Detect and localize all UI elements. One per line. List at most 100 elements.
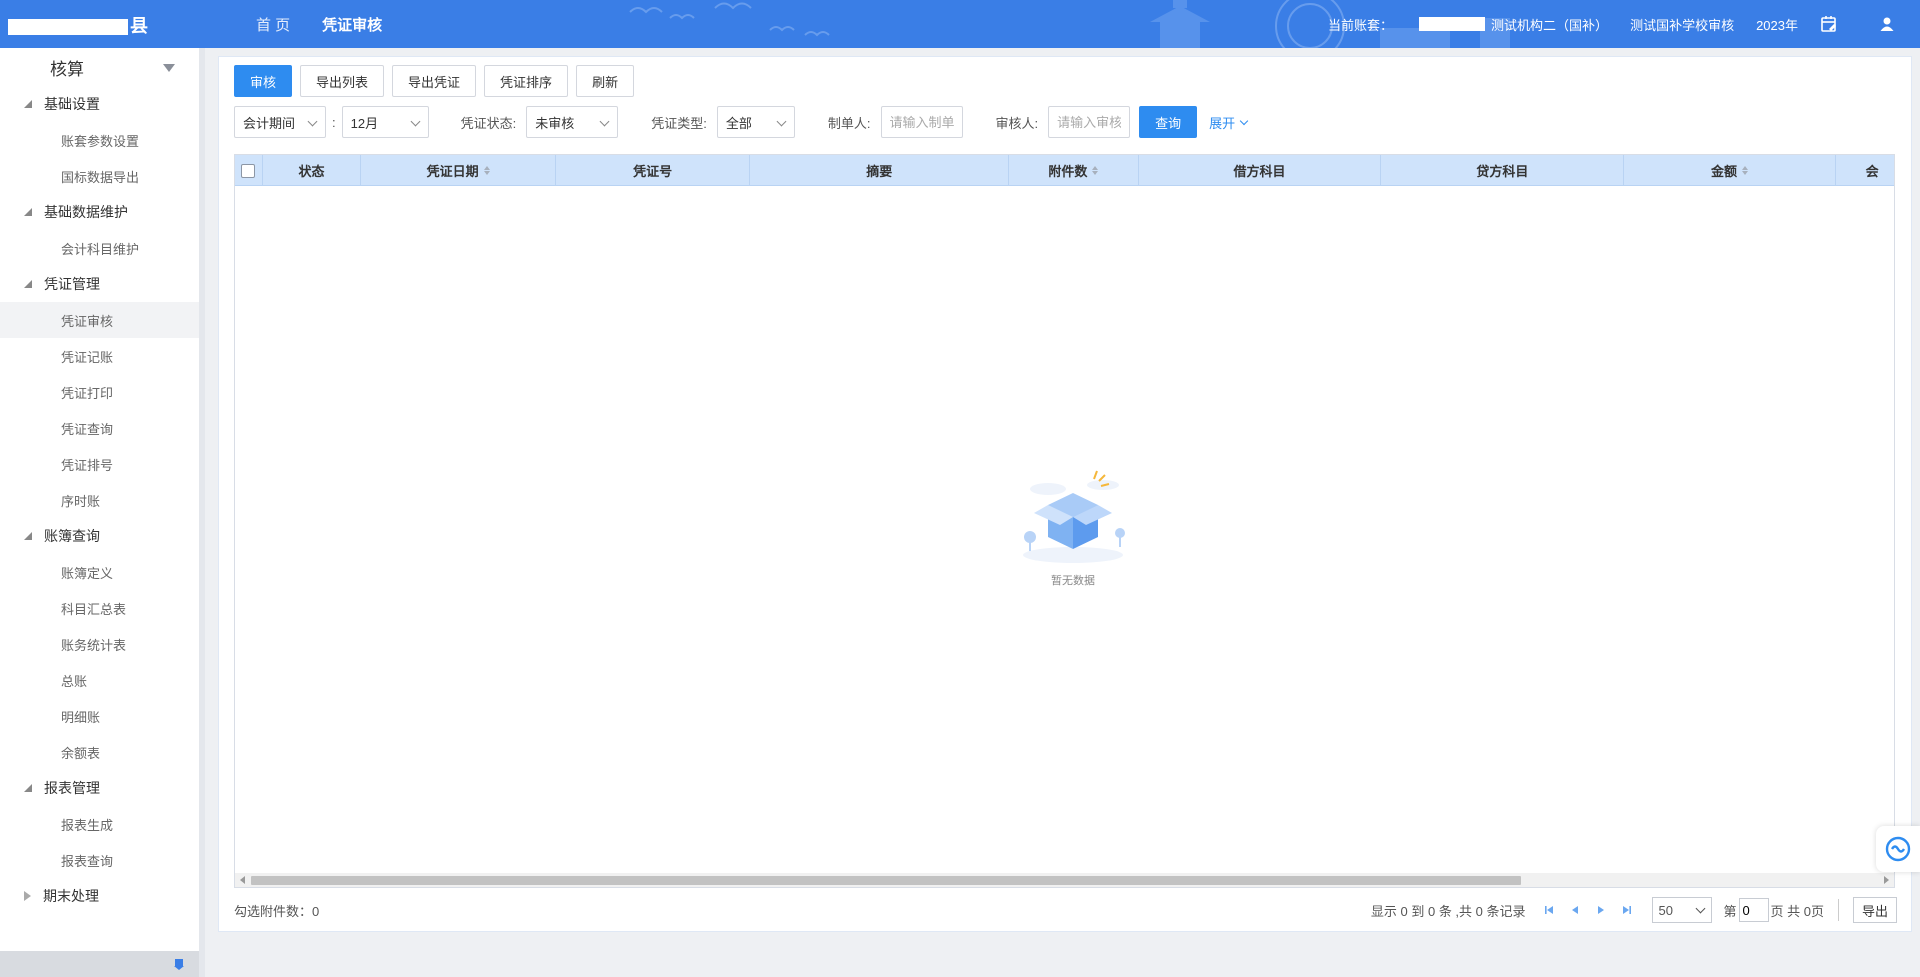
column-header[interactable]: 会 [1836, 155, 1894, 186]
nav-home[interactable]: 首 页 [256, 14, 290, 35]
audit-button[interactable]: 审核 [234, 65, 293, 97]
user-icon[interactable] [1878, 15, 1896, 33]
period-type-select[interactable]: 会计期间 [234, 106, 326, 138]
sidebar-group-period-end[interactable]: 期末处理 [0, 878, 199, 914]
last-page-icon[interactable] [1621, 904, 1633, 916]
page-prefix: 第 [1723, 903, 1737, 919]
export-list-button[interactable]: 导出列表 [300, 65, 385, 97]
logo-text: 县 [130, 16, 148, 36]
sidebar-item-report-generate[interactable]: 报表生成 [0, 806, 199, 842]
sidebar-item-voucher-print[interactable]: 凭证打印 [0, 374, 199, 410]
sidebar-item-report-query[interactable]: 报表查询 [0, 842, 199, 878]
selected-attachments: 勾选附件数：0 [234, 903, 320, 919]
sort-icon[interactable] [483, 166, 490, 175]
sidebar-item-voucher-number[interactable]: 凭证排号 [0, 446, 199, 482]
org-name[interactable]: 测试机构二（国补） [1491, 15, 1608, 34]
sidebar-item-balance[interactable]: 余额表 [0, 734, 199, 770]
sidebar-group-basic-data[interactable]: 基础数据维护 [0, 194, 199, 230]
sidebar-group-books[interactable]: 账簿查询 [0, 518, 199, 554]
sidebar-module-selector[interactable]: 核算 [0, 48, 199, 86]
sidebar-item-voucher-post[interactable]: 凭证记账 [0, 338, 199, 374]
prev-page-icon[interactable] [1569, 904, 1581, 916]
sidebar-item-book-define[interactable]: 账簿定义 [0, 554, 199, 590]
main-panel: 审核 导出列表 导出凭证 凭证排序 刷新 会计期间 : 12月 凭证状态: 未审… [218, 56, 1912, 932]
calendar-edit-icon[interactable] [1820, 15, 1838, 33]
column-header[interactable]: 贷方科目 [1381, 155, 1625, 186]
sidebar-item-subjects[interactable]: 会计科目维护 [0, 230, 199, 266]
sidebar-item-voucher-query[interactable]: 凭证查询 [0, 410, 199, 446]
column-header[interactable]: 状态 [263, 155, 362, 186]
column-header[interactable]: 附件数 [1009, 155, 1139, 186]
next-page-icon[interactable] [1595, 904, 1607, 916]
month-select[interactable]: 12月 [341, 106, 429, 138]
sidebar-item-standard-export[interactable]: 国标数据导出 [0, 158, 199, 194]
sort-icon[interactable] [1741, 166, 1748, 175]
chevron-down-icon [1239, 116, 1249, 125]
pager-divider [1837, 899, 1839, 921]
select-all-cell [235, 155, 263, 186]
sidebar-item-journal[interactable]: 序时账 [0, 482, 199, 518]
column-label: 状态 [298, 164, 325, 179]
column-header[interactable]: 凭证日期 [361, 155, 556, 186]
type-select[interactable]: 全部 [716, 106, 795, 138]
table-footer: 勾选附件数：0 显示 0 到 0 条 ,共 0 条记录 50 第 页 共 0页 … [234, 895, 1897, 925]
expanded-triangle-icon [24, 280, 32, 288]
sidebar-item-subject-summary[interactable]: 科目汇总表 [0, 590, 199, 626]
page-number-input[interactable] [1738, 898, 1769, 922]
refresh-button[interactable]: 刷新 [576, 65, 635, 97]
page-size-select[interactable]: 50 [1651, 897, 1712, 923]
sidebar-group-reports[interactable]: 报表管理 [0, 770, 199, 806]
scroll-right-icon[interactable] [1884, 876, 1889, 884]
horizontal-scrollbar[interactable] [235, 873, 1894, 887]
sort-icon[interactable] [1092, 166, 1099, 175]
auditor-label: 审核人: [995, 115, 1039, 131]
nav-voucher-audit[interactable]: 凭证审核 [322, 14, 382, 35]
scroll-thumb[interactable] [251, 876, 1521, 885]
column-header[interactable]: 摘要 [750, 155, 1010, 186]
sidebar-item-account-params[interactable]: 账套参数设置 [0, 122, 199, 158]
column-label: 凭证日期 [426, 164, 479, 179]
auditor-input[interactable] [1048, 106, 1131, 138]
column-header[interactable]: 金额 [1624, 155, 1836, 186]
select-all-checkbox[interactable] [241, 163, 256, 178]
footer-export-button[interactable]: 导出 [1852, 897, 1897, 923]
sidebar-item-detail-ledger[interactable]: 明细账 [0, 698, 199, 734]
toolbar: 审核 导出列表 导出凭证 凭证排序 刷新 [234, 65, 642, 97]
expanded-triangle-icon [24, 784, 32, 792]
expanded-triangle-icon [24, 532, 32, 540]
app-logo: 县 [8, 12, 148, 38]
export-voucher-button[interactable]: 导出凭证 [392, 65, 477, 97]
empty-box-icon [1023, 470, 1125, 563]
sidebar-item-stats[interactable]: 账务统计表 [0, 626, 199, 662]
sidebar-group-basic-settings[interactable]: 基础设置 [0, 86, 199, 122]
record-summary: 显示 0 到 0 条 ,共 0 条记录 [1370, 903, 1526, 919]
sidebar-group-voucher[interactable]: 凭证管理 [0, 266, 199, 302]
pin-icon[interactable] [173, 958, 185, 970]
collapsed-triangle-icon [24, 891, 31, 901]
expand-toggle[interactable]: 展开 [1209, 113, 1249, 132]
year-label[interactable]: 2023年 [1756, 15, 1798, 34]
current-account-label: 当前账套： [1328, 17, 1394, 33]
voucher-table: 状态 凭证日期 凭证号 摘要 附件数 借方科目 贷方科目 金额 会 暂无数据 [234, 154, 1895, 888]
first-page-icon[interactable] [1543, 904, 1555, 916]
table-header: 状态 凭证日期 凭证号 摘要 附件数 借方科目 贷方科目 金额 会 [235, 155, 1894, 186]
expanded-triangle-icon [24, 100, 32, 108]
column-header[interactable]: 借方科目 [1139, 155, 1382, 186]
query-button[interactable]: 查询 [1139, 106, 1198, 138]
sidebar-item-general-ledger[interactable]: 总账 [0, 662, 199, 698]
maker-input[interactable] [880, 106, 963, 138]
column-header[interactable]: 凭证号 [556, 155, 751, 186]
sidebar-item-voucher-audit[interactable]: 凭证审核 [0, 302, 199, 338]
header-info: 当前账套： 测试机构二（国补） 测试国补学校审核 2023年 [1328, 0, 1896, 48]
scroll-left-icon[interactable] [240, 876, 245, 884]
school-name[interactable]: 测试国补学校审核 [1630, 15, 1734, 34]
sidebar-footer [0, 951, 199, 977]
voucher-sort-button[interactable]: 凭证排序 [484, 65, 569, 97]
empty-state: 暂无数据 [1008, 467, 1138, 588]
expanded-triangle-icon [24, 208, 32, 216]
caret-down-icon[interactable] [163, 64, 175, 72]
floating-assistant-button[interactable] [1876, 826, 1920, 872]
current-account[interactable]: 当前账套： [1328, 15, 1415, 34]
status-select[interactable]: 未审核 [526, 106, 619, 138]
column-label: 附件数 [1048, 164, 1088, 179]
